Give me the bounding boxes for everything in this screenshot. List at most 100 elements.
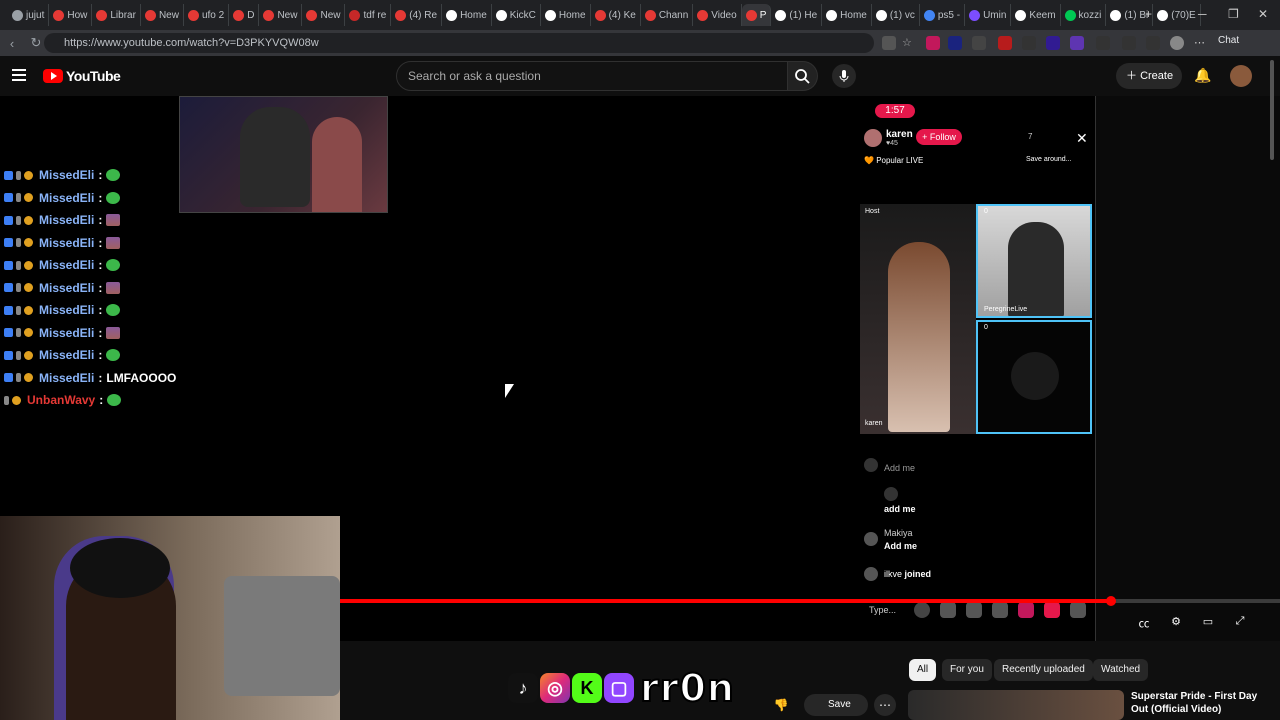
browser-tab[interactable]: (70)E (1153, 4, 1201, 26)
chip-all[interactable]: All (909, 659, 937, 681)
youtube-logo[interactable]: YouTube (43, 68, 121, 84)
extension-icon[interactable] (1022, 36, 1036, 50)
guests-icon[interactable] (992, 602, 1008, 618)
share-icon[interactable] (1070, 602, 1086, 618)
browser-tab[interactable]: kozzi (1061, 4, 1107, 26)
close-window-button[interactable]: ✕ (1258, 7, 1268, 21)
url-field[interactable]: https://www.youtube.com/watch?v=D3PKYVQW… (44, 33, 874, 53)
recommended-thumbnail[interactable] (908, 690, 1124, 720)
browser-tab[interactable]: ps5 - (920, 4, 966, 26)
emoji-icon[interactable] (914, 602, 930, 618)
browser-tab[interactable]: Chann (641, 4, 694, 26)
browser-tab[interactable]: Librar (92, 4, 141, 26)
browser-tab[interactable]: KickC (492, 4, 541, 26)
rose-icon[interactable] (1018, 602, 1034, 618)
mic-icon[interactable] (966, 602, 982, 618)
chat-badge-icon (16, 170, 21, 180)
browser-tab[interactable]: P (741, 4, 772, 26)
search-input[interactable]: Search or ask a question (396, 61, 788, 91)
menu-dots-icon[interactable]: ⋯ (1194, 36, 1208, 50)
instagram-icon: ◎ (540, 673, 570, 703)
screen: jujut How Librar New ufo 2 D New New tdf re (4) R… (0, 0, 1280, 720)
browser-tab[interactable]: New (302, 4, 346, 26)
browser-tab[interactable]: New (259, 4, 303, 26)
browser-tab[interactable]: tdf re (345, 4, 392, 26)
bookmark-star-icon[interactable]: ☆ (902, 36, 916, 50)
extension-icon[interactable] (1046, 36, 1060, 50)
scrollbar[interactable] (1270, 60, 1274, 160)
back-icon[interactable]: ‹ (0, 36, 24, 51)
tab-favicon-icon (923, 9, 935, 21)
new-tab-button[interactable]: + (1145, 7, 1152, 21)
chat-message: MissedEli: (4, 257, 121, 273)
more-actions-icon[interactable]: ⋯ (874, 694, 896, 716)
chip-watched[interactable]: Watched (1093, 659, 1149, 681)
chat-badge-icon (4, 193, 13, 202)
gift-icon[interactable] (1044, 602, 1060, 618)
close-icon[interactable]: ✕ (1076, 130, 1088, 147)
voice-search-button[interactable] (832, 64, 856, 88)
browser-tab[interactable]: New (141, 4, 184, 26)
chip-for-you[interactable]: For you (942, 659, 992, 681)
host-name: karen (886, 129, 913, 140)
browser-tab[interactable]: (1) vc (872, 4, 920, 26)
browser-tab[interactable]: (4) Re (391, 4, 443, 26)
browser-tab[interactable]: Home (822, 4, 872, 26)
fullscreen-icon[interactable]: ⤢ (1232, 615, 1248, 629)
tab-label: (1) vc (889, 9, 915, 21)
chat-message: MissedEli: (4, 190, 121, 206)
captions-icon[interactable]: ㏄ (1136, 615, 1152, 630)
plus-icon: ＋ (1126, 70, 1141, 82)
notifications-icon[interactable]: 🔔 (1194, 67, 1211, 84)
search-button[interactable] (788, 61, 818, 91)
streamer-hair (70, 538, 170, 598)
comment-avatar (884, 487, 898, 501)
avatar[interactable] (1230, 65, 1252, 87)
comment-user: Makiya (884, 528, 913, 538)
menu-icon[interactable] (12, 69, 26, 81)
browser-tab[interactable]: Home (541, 4, 591, 26)
browser-tab[interactable]: Keem (1011, 4, 1061, 26)
camera-icon[interactable] (940, 602, 956, 618)
comment-input[interactable]: Type... (864, 601, 914, 619)
browser-tab[interactable]: Video (693, 4, 742, 26)
chat-button[interactable]: Chat (1218, 35, 1239, 46)
tab-favicon-icon (233, 9, 245, 21)
browser-tab[interactable]: (4) Ke (591, 4, 641, 26)
chat-badge-icon (24, 238, 33, 247)
save-button[interactable]: Save (804, 694, 868, 716)
browser-tab[interactable]: How (49, 4, 93, 26)
puzzle-icon[interactable] (1096, 36, 1110, 50)
progress-handle[interactable] (1106, 596, 1116, 606)
extension-icon[interactable] (948, 36, 962, 50)
chat-text: LMFAOOOO (106, 370, 177, 385)
maximize-button[interactable]: ❐ (1228, 7, 1239, 21)
browser-tab[interactable]: Home (442, 4, 492, 26)
browser-tab[interactable]: Umin (965, 4, 1012, 26)
extension-icon[interactable] (1070, 36, 1084, 50)
extension-icon[interactable] (1146, 36, 1160, 50)
browser-tab[interactable]: jujut (8, 4, 50, 26)
create-button[interactable]: ＋ Create (1116, 63, 1182, 89)
chat-badge-icon (4, 170, 13, 180)
extension-icon[interactable] (926, 36, 940, 50)
install-icon[interactable] (882, 36, 896, 50)
tab-favicon-icon (12, 9, 23, 21)
extension-icon[interactable] (972, 36, 986, 50)
tab-label: Umin (983, 9, 1007, 21)
chip-recently-uploaded[interactable]: Recently uploaded (994, 659, 1093, 681)
settings-gear-icon[interactable]: ⚙ (1168, 615, 1184, 629)
browser-tab[interactable]: ufo 2 (184, 4, 230, 26)
tab-favicon-icon (594, 9, 606, 21)
browser-tab[interactable]: D (229, 4, 260, 26)
minimize-button[interactable]: ─ (1198, 7, 1207, 21)
dislike-icon[interactable]: 👎 (770, 694, 792, 716)
recommended-title[interactable]: Superstar Pride - First Day Out (Officia… (1131, 690, 1261, 716)
extension-icon[interactable] (1122, 36, 1136, 50)
browser-tab[interactable]: (1) He (771, 4, 823, 26)
extension-icon[interactable] (998, 36, 1012, 50)
profile-icon[interactable] (1170, 36, 1184, 50)
follow-button[interactable]: + Follow (916, 129, 962, 145)
miniplayer-icon[interactable]: ▭ (1200, 615, 1216, 629)
chat-message: MissedEli: (4, 167, 121, 183)
